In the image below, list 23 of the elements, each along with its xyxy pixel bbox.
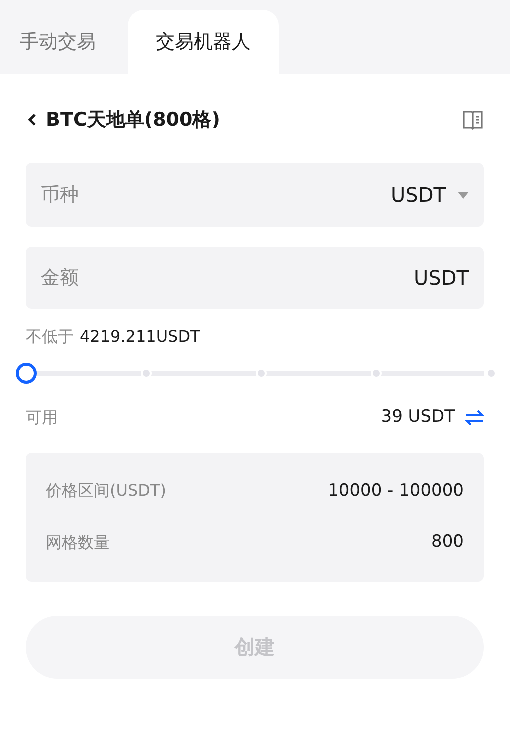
field-label: 金额 bbox=[41, 266, 79, 291]
slider-thumb[interactable] bbox=[16, 363, 37, 384]
book-icon[interactable] bbox=[462, 109, 484, 131]
available-label: 可用 bbox=[26, 406, 58, 429]
info-label: 网格数量 bbox=[46, 532, 110, 554]
info-value: 800 bbox=[432, 531, 464, 554]
amount-field[interactable]: 金额 USDT bbox=[26, 247, 484, 309]
tab[interactable]: 交易机器人 bbox=[128, 10, 279, 74]
back-icon[interactable] bbox=[26, 113, 38, 127]
available-value: 39 USDT bbox=[381, 406, 455, 429]
minimum-label: 不低于 bbox=[26, 326, 74, 348]
minimum-value: 4219.211USDT bbox=[80, 326, 200, 348]
page-title: BTC天地单(800格) bbox=[46, 108, 220, 133]
info-label: 价格区间(USDT) bbox=[46, 480, 166, 502]
info-value: 10000 - 100000 bbox=[328, 480, 464, 502]
tab[interactable]: 手动交易 bbox=[0, 10, 128, 74]
amount-slider[interactable] bbox=[16, 361, 494, 385]
currency-select[interactable]: 币种 USDT bbox=[26, 163, 484, 227]
field-value: USDT bbox=[391, 182, 446, 209]
dropdown-caret-icon bbox=[458, 192, 469, 198]
unit-label: USDT bbox=[414, 265, 469, 292]
field-label: 币种 bbox=[41, 182, 79, 208]
transfer-icon[interactable] bbox=[465, 410, 484, 426]
